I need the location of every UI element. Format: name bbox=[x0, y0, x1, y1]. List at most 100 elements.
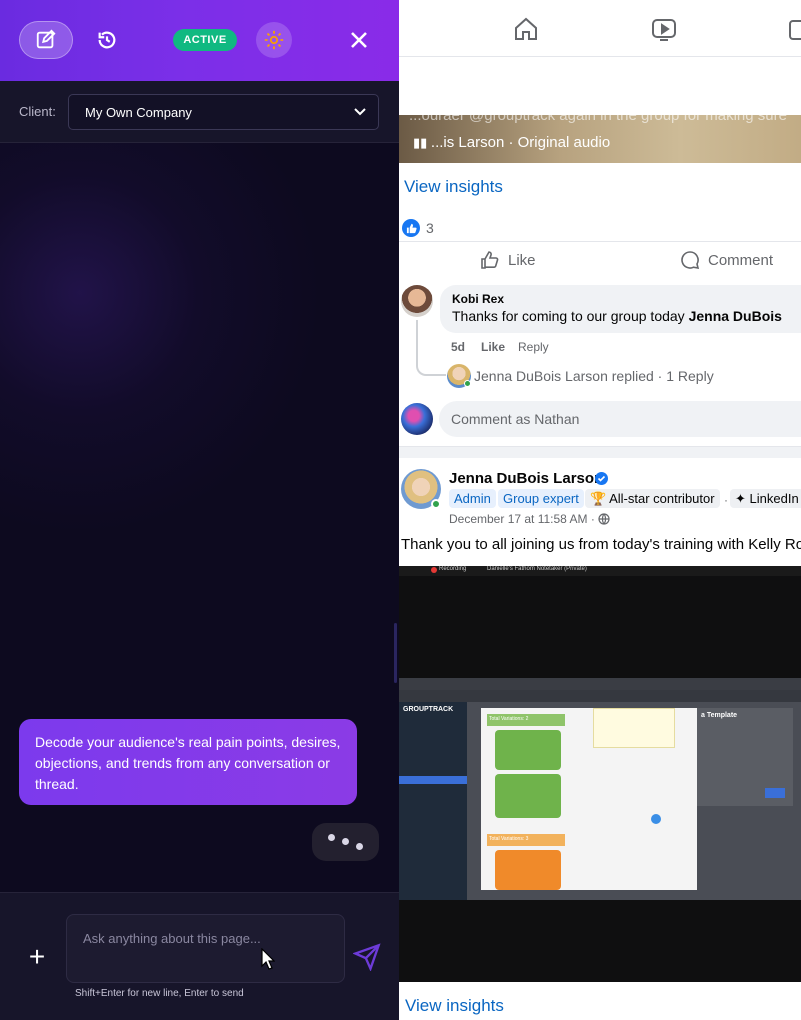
reel-preview[interactable]: ...ouraer @grouptrack again in the group… bbox=[399, 115, 801, 163]
badge-separator: · bbox=[724, 493, 728, 507]
sparkle-icon: ✦ bbox=[735, 491, 746, 506]
typing-indicator bbox=[312, 823, 379, 861]
video-browser-window: GROUPTRACK Total Variations: 2 Total Var… bbox=[399, 678, 801, 900]
settings-button[interactable] bbox=[256, 22, 292, 58]
online-indicator bbox=[431, 499, 441, 509]
video-sidebar-active bbox=[399, 776, 467, 784]
badge-linkedin-label: LinkedIn bbox=[749, 491, 799, 506]
video-address-bar bbox=[399, 690, 801, 702]
comment-bubble: Kobi Rex Thanks for coming to our group … bbox=[440, 285, 801, 333]
chat-scrollbar[interactable] bbox=[394, 623, 397, 683]
record-dot-icon bbox=[431, 567, 437, 573]
client-select-value: My Own Company bbox=[85, 104, 192, 120]
video-modal: Total Variations: 2 Total Variations: 3 bbox=[481, 708, 697, 890]
reel-audio-text: ...is Larson · Original audio bbox=[430, 134, 611, 151]
verified-icon bbox=[595, 472, 608, 485]
chat-input-area: + Ask anything about this page... Shift+… bbox=[0, 892, 399, 1020]
marketplace-icon[interactable] bbox=[787, 15, 801, 43]
comment-input[interactable]: Comment as Nathan bbox=[439, 401, 801, 437]
plus-icon[interactable]: + bbox=[25, 943, 49, 971]
status-badge: ACTIVE bbox=[173, 29, 237, 51]
client-selector-row: Client: My Own Company bbox=[0, 81, 399, 143]
comment-button[interactable]: Comment bbox=[680, 250, 773, 270]
chat-input[interactable]: Ask anything about this page... bbox=[66, 914, 345, 983]
video-cursor-dot bbox=[651, 814, 661, 824]
trophy-icon: 🏆 bbox=[590, 491, 607, 506]
close-button[interactable] bbox=[344, 25, 374, 55]
globe-icon bbox=[598, 513, 610, 525]
home-icon[interactable] bbox=[512, 15, 540, 43]
video-save-button bbox=[765, 788, 785, 798]
recording-label: Recording bbox=[439, 566, 467, 572]
edit-button[interactable] bbox=[19, 21, 73, 59]
close-icon bbox=[351, 32, 367, 48]
video-card-heading: Total Variations: 2 bbox=[487, 714, 565, 726]
post-video[interactable]: Recording Danielle's Fathom Notetaker (P… bbox=[399, 566, 801, 982]
top-navigation bbox=[399, 0, 801, 57]
video-card-heading: Total Variations: 3 bbox=[487, 834, 565, 846]
view-insights-link[interactable]: View insights bbox=[405, 996, 504, 1016]
video-green-card bbox=[495, 730, 561, 770]
bot-message: Decode your audience's real pain points,… bbox=[19, 719, 357, 805]
chevron-down-icon bbox=[354, 108, 366, 116]
comment-icon bbox=[681, 251, 700, 270]
edit-icon bbox=[36, 29, 56, 49]
video-template-panel: a Template bbox=[697, 708, 793, 806]
typing-dot bbox=[328, 834, 335, 841]
view-insights-link[interactable]: View insights bbox=[404, 177, 503, 197]
comment-like-link[interactable]: Like bbox=[481, 340, 505, 354]
send-icon bbox=[352, 943, 381, 972]
audio-wave-icon: ▮▮ bbox=[413, 135, 431, 150]
online-indicator bbox=[464, 380, 471, 387]
thumbs-up-icon bbox=[481, 251, 499, 269]
avatar[interactable] bbox=[401, 403, 433, 435]
typing-dot bbox=[342, 838, 349, 845]
badge-all-star[interactable]: 🏆 All-star contributor bbox=[585, 489, 720, 508]
video-orange-card bbox=[495, 850, 561, 890]
reaction-summary[interactable]: 3 bbox=[402, 219, 434, 237]
comment-time: 5d bbox=[451, 340, 466, 354]
comment-mention[interactable]: Jenna DuBois bbox=[689, 308, 782, 324]
client-label: Client: bbox=[19, 104, 56, 119]
post-actions: Like Comment bbox=[399, 241, 801, 277]
reaction-count: 3 bbox=[426, 220, 434, 236]
notetaker-label: Danielle's Fathom Notetaker (Private) bbox=[487, 566, 587, 572]
gear-icon bbox=[264, 30, 284, 50]
video-green-card bbox=[495, 774, 561, 818]
reel-audio-label: ▮▮ ...is Larson · Original audio bbox=[413, 134, 610, 151]
badge-admin[interactable]: Admin bbox=[449, 489, 496, 508]
history-icon bbox=[98, 31, 116, 49]
comment-text: Thanks for coming to our group today Jen… bbox=[452, 308, 782, 324]
video-recording-bar: Recording Danielle's Fathom Notetaker (P… bbox=[399, 566, 801, 576]
send-button[interactable] bbox=[352, 943, 381, 972]
comment-reply-link[interactable]: Reply bbox=[518, 340, 549, 354]
post-separator bbox=[399, 446, 801, 458]
video-note bbox=[593, 708, 675, 748]
post-timestamp[interactable]: December 17 at 11:58 AM · bbox=[449, 512, 610, 526]
video-app-title: GROUPTRACK bbox=[403, 706, 454, 713]
client-select[interactable]: My Own Company bbox=[68, 94, 379, 130]
comment-author[interactable]: Kobi Rex bbox=[452, 292, 504, 306]
panel-header: ACTIVE bbox=[0, 0, 399, 81]
typing-dot bbox=[356, 843, 363, 850]
thumbs-up-icon bbox=[402, 219, 420, 237]
avatar[interactable] bbox=[401, 285, 433, 317]
post-author[interactable]: Jenna DuBois Larson bbox=[449, 470, 603, 487]
comment-text-body: Thanks for coming to our group today bbox=[452, 308, 689, 324]
badge-linkedin[interactable]: ✦ LinkedIn bbox=[730, 489, 801, 508]
video-tab-strip bbox=[399, 678, 801, 690]
history-button[interactable] bbox=[92, 25, 122, 55]
view-replies-link[interactable]: Jenna DuBois Larson replied · 1 Reply bbox=[474, 368, 714, 384]
badge-group-expert[interactable]: Group expert bbox=[498, 489, 584, 508]
video-modal-title: a Template bbox=[701, 712, 738, 719]
like-label: Like bbox=[508, 251, 536, 269]
post-time-text: December 17 at 11:58 AM · bbox=[449, 512, 595, 526]
badge-all-star-label: All-star contributor bbox=[609, 491, 715, 506]
screen: ACTIVE Client: My Own Company Decode you… bbox=[0, 0, 801, 1020]
mouse-cursor-icon bbox=[261, 948, 275, 970]
post-text: Thank you to all joining us from today's… bbox=[401, 536, 801, 553]
video-icon[interactable] bbox=[650, 15, 678, 43]
input-hint: Shift+Enter for new line, Enter to send bbox=[75, 988, 244, 999]
comment-label: Comment bbox=[708, 251, 774, 269]
like-button[interactable]: Like bbox=[480, 250, 536, 270]
